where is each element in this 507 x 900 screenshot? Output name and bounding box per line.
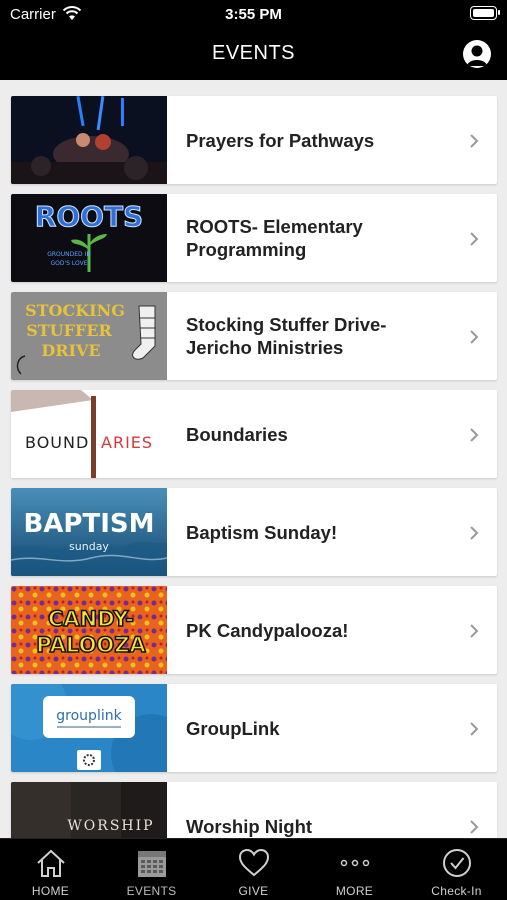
- event-thumbnail: STOCKING STUFFER DRIVE: [11, 292, 167, 380]
- event-card-grouplink[interactable]: grouplink GroupLink: [11, 684, 497, 772]
- event-card-candypalooza[interactable]: CANDY- PALOOZA PK Candypalooza!: [11, 586, 497, 674]
- tab-label: MORE: [335, 884, 374, 898]
- svg-text:sunday: sunday: [69, 540, 109, 553]
- chevron-right-icon: [470, 232, 479, 246]
- event-card-boundaries[interactable]: BOUND ARIES Boundaries: [11, 390, 497, 478]
- event-thumbnail: CANDY- PALOOZA: [11, 586, 167, 674]
- event-title: PK Candypalooza!: [186, 619, 349, 641]
- event-thumbnail: BAPTISM sunday: [11, 488, 167, 576]
- home-icon: [37, 849, 65, 877]
- event-card-worship-night[interactable]: WORSHIP NIGHT Worship Night: [11, 782, 497, 838]
- tab-label: HOME: [31, 884, 70, 898]
- battery-level: [473, 9, 494, 17]
- event-thumbnail: grouplink: [11, 684, 167, 772]
- user-icon: [467, 45, 487, 66]
- event-card-roots[interactable]: ROOTS GROUNDED IN GOD'S LOVE ROOTS- Elem…: [11, 194, 497, 282]
- svg-text:ARIES: ARIES: [101, 433, 153, 452]
- svg-text:STOCKING: STOCKING: [25, 301, 125, 320]
- chevron-right-icon: [470, 330, 479, 344]
- event-title: Boundaries: [186, 423, 288, 445]
- tab-label: GIVE: [238, 884, 269, 898]
- svg-text:BAPTISM: BAPTISM: [23, 509, 154, 539]
- tab-label: Check-In: [431, 884, 482, 898]
- tab-home[interactable]: HOME: [0, 839, 101, 900]
- chevron-right-icon: [470, 526, 479, 540]
- heart-icon: [238, 848, 270, 877]
- checkmark-circle-icon: [443, 849, 471, 877]
- svg-text:PALOOZA: PALOOZA: [36, 633, 146, 657]
- tab-check-in[interactable]: Check-In: [406, 839, 507, 900]
- tab-label: EVENTS: [126, 884, 177, 898]
- calendar-icon: [138, 851, 166, 877]
- event-title: Prayers for Pathways: [186, 129, 375, 151]
- svg-text:BOUND: BOUND: [25, 433, 89, 452]
- svg-text:CANDY-: CANDY-: [48, 607, 134, 631]
- page-title: EVENTS: [211, 42, 296, 64]
- chevron-right-icon: [470, 820, 479, 834]
- event-thumbnail: BOUND ARIES: [11, 390, 167, 478]
- chevron-right-icon: [470, 722, 479, 736]
- event-title: Baptism Sunday!: [186, 521, 338, 543]
- event-title: ROOTS- Elementary Programming: [186, 216, 363, 260]
- svg-text:GROUNDED IN: GROUNDED IN: [47, 251, 91, 258]
- thumb-roots-text: ROOTS: [35, 200, 143, 233]
- event-card-prayers-for-pathways[interactable]: Prayers for Pathways: [11, 96, 497, 184]
- event-card-baptism[interactable]: BAPTISM sunday Baptism Sunday!: [11, 488, 497, 576]
- event-title: GroupLink: [186, 717, 280, 739]
- svg-text:GOD'S LOVE: GOD'S LOVE: [51, 260, 88, 267]
- event-thumbnail: [11, 96, 167, 184]
- profile-button[interactable]: [463, 40, 491, 68]
- event-thumbnail: ROOTS GROUNDED IN GOD'S LOVE: [11, 194, 167, 282]
- event-title: Stocking Stuffer Drive- Jericho Ministri…: [186, 314, 387, 358]
- tab-more[interactable]: MORE: [304, 839, 405, 900]
- event-title: Worship Night: [186, 815, 313, 837]
- event-thumbnail: WORSHIP NIGHT: [11, 782, 167, 838]
- svg-text:grouplink: grouplink: [56, 708, 122, 724]
- events-list[interactable]: Prayers for Pathways ROOTS GROUNDED IN G…: [0, 80, 507, 838]
- chevron-right-icon: [470, 428, 479, 442]
- svg-text:STUFFER: STUFFER: [26, 321, 112, 340]
- chevron-right-icon: [470, 134, 479, 148]
- tab-events[interactable]: EVENTS: [101, 839, 202, 900]
- more-icon: [340, 859, 370, 867]
- chevron-right-icon: [470, 624, 479, 638]
- svg-text:DRIVE: DRIVE: [41, 341, 100, 360]
- battery-icon: [470, 6, 500, 20]
- tab-bar: HOME EVENTS GIVE MORE Check-In: [0, 838, 507, 900]
- tab-give[interactable]: GIVE: [203, 839, 304, 900]
- event-card-stocking-stuffer[interactable]: STOCKING STUFFER DRIVE Stocking Stuffer …: [11, 292, 497, 380]
- svg-text:WORSHIP: WORSHIP: [67, 818, 154, 834]
- clock: 3:55 PM: [225, 6, 282, 23]
- status-bar: Carrier 3:55 PM: [0, 0, 507, 30]
- nav-bar: EVENTS: [0, 30, 507, 80]
